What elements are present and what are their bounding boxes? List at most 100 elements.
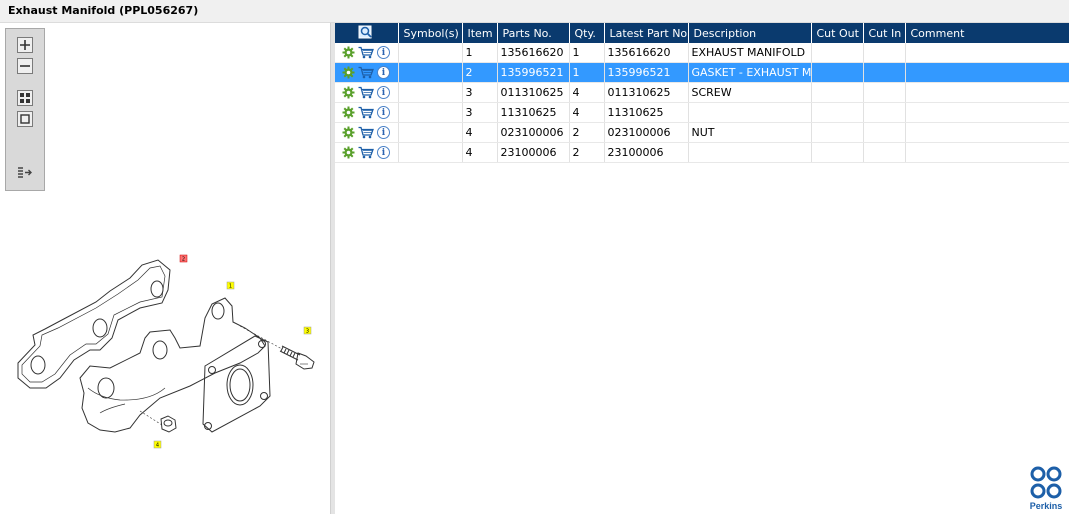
qty-cell: 2	[569, 142, 605, 163]
cut-out-cell	[811, 82, 864, 103]
nut-part[interactable]	[160, 415, 177, 433]
callout-1[interactable]: 1	[226, 281, 235, 290]
cut-in-cell	[863, 43, 906, 63]
gasket-part[interactable]	[17, 259, 171, 389]
actual-size-button[interactable]	[17, 111, 33, 127]
symbols-cell	[398, 122, 463, 143]
column-header-latest-part-no[interactable]: Latest Part No.	[604, 23, 689, 43]
exploded-view-diagram[interactable]: 2 1 3 4	[0, 218, 330, 458]
shopping-cart-icon[interactable]	[358, 46, 374, 59]
column-header-comment[interactable]: Comment	[905, 23, 1069, 43]
description-cell	[688, 142, 812, 163]
info-icon[interactable]: i	[377, 66, 390, 79]
row-actions: i	[335, 62, 399, 83]
callout-4[interactable]: 4	[153, 440, 162, 449]
cut-out-cell	[811, 102, 864, 123]
table-row[interactable]: i 3 011310625 4 011310625 SCREW	[335, 82, 1069, 103]
fit-all-button[interactable]	[17, 90, 33, 106]
table-row[interactable]: i 4 23100006 2 23100006	[335, 142, 1069, 163]
item-cell: 1	[462, 43, 498, 63]
info-icon[interactable]: i	[377, 126, 390, 139]
diagram-pane[interactable]: 2 1 3 4	[0, 23, 330, 514]
parts-no-cell: 135616620	[497, 43, 570, 63]
qty-cell: 2	[569, 122, 605, 143]
item-cell: 3	[462, 102, 498, 123]
column-header-item[interactable]: Item	[462, 23, 498, 43]
callout-3[interactable]: 3	[303, 326, 312, 335]
item-cell: 2	[462, 62, 498, 83]
column-header-actions[interactable]	[335, 23, 399, 43]
shopping-cart-icon[interactable]	[358, 126, 374, 139]
column-header-cut-in[interactable]: Cut In	[863, 23, 906, 43]
gear-icon[interactable]	[342, 46, 355, 59]
column-header-parts-no[interactable]: Parts No.	[497, 23, 570, 43]
gear-icon[interactable]	[342, 126, 355, 139]
comment-cell	[905, 122, 1069, 143]
qty-cell: 4	[569, 82, 605, 103]
parts-list-pane: Symbol(s) Item Parts No. Qty. Latest Par…	[335, 23, 1069, 514]
description-cell: EXHAUST MANIFOLD	[688, 43, 812, 63]
comment-cell	[905, 142, 1069, 163]
row-actions: i	[335, 142, 399, 163]
description-cell: GASKET - EXHAUST MAN	[688, 62, 812, 83]
row-actions: i	[335, 43, 399, 63]
row-actions: i	[335, 122, 399, 143]
cut-in-cell	[863, 142, 906, 163]
callout-2[interactable]: 2	[179, 254, 188, 263]
svg-text:4: 4	[156, 443, 159, 449]
svg-text:3: 3	[306, 329, 309, 335]
column-header-symbols[interactable]: Symbol(s)	[398, 23, 463, 43]
table-row[interactable]: i21359965211135996521GASKET - EXHAUST MA…	[335, 62, 1069, 83]
description-cell: SCREW	[688, 82, 812, 103]
gear-icon[interactable]	[342, 106, 355, 119]
qty-cell: 1	[569, 62, 605, 83]
table-row[interactable]: i 1 135616620 1 135616620 EXHAUST MANIFOLD	[335, 43, 1069, 63]
shopping-cart-icon[interactable]	[358, 146, 374, 159]
table-row[interactable]: i 4 023100006 2 023100006 NUT	[335, 122, 1069, 143]
shopping-cart-icon[interactable]	[358, 86, 374, 99]
item-cell: 4	[462, 122, 498, 143]
description-cell: NUT	[688, 122, 812, 143]
gear-icon[interactable]	[342, 66, 355, 79]
shopping-cart-icon[interactable]	[358, 106, 374, 119]
column-header-description[interactable]: Description	[688, 23, 812, 43]
item-cell: 4	[462, 142, 498, 163]
zoom-in-button[interactable]	[17, 37, 33, 53]
parts-no-cell: 23100006	[497, 142, 570, 163]
export-list-button[interactable]	[17, 165, 33, 181]
latest-part-no-cell: 135616620	[604, 43, 689, 63]
zoom-out-button[interactable]	[17, 58, 33, 74]
manifold-part[interactable]	[79, 297, 271, 433]
table-row[interactable]: i 3 11310625 4 11310625	[335, 102, 1069, 123]
info-icon[interactable]: i	[377, 86, 390, 99]
cut-in-cell	[863, 122, 906, 143]
cut-in-cell	[863, 82, 906, 103]
zoom-out-icon	[20, 65, 30, 67]
gear-icon[interactable]	[342, 86, 355, 99]
qty-cell: 1	[569, 43, 605, 63]
parts-table: Symbol(s) Item Parts No. Qty. Latest Par…	[335, 23, 1069, 163]
column-header-qty[interactable]: Qty.	[569, 23, 605, 43]
latest-part-no-cell: 135996521	[604, 62, 689, 83]
latest-part-no-cell: 023100006	[604, 122, 689, 143]
search-parts-icon[interactable]	[358, 25, 374, 39]
description-cell	[688, 102, 812, 123]
symbols-cell	[398, 82, 463, 103]
cut-out-cell	[811, 122, 864, 143]
perkins-logo: Perkins	[1025, 465, 1067, 513]
info-icon[interactable]: i	[377, 46, 390, 59]
shopping-cart-icon[interactable]	[358, 66, 374, 79]
info-icon[interactable]: i	[377, 106, 390, 119]
zoom-toolbar	[5, 28, 45, 191]
table-header: Symbol(s) Item Parts No. Qty. Latest Par…	[335, 23, 1069, 43]
latest-part-no-cell: 011310625	[604, 82, 689, 103]
gear-icon[interactable]	[342, 146, 355, 159]
symbols-cell	[398, 102, 463, 123]
info-icon[interactable]: i	[377, 146, 390, 159]
perkins-logo-icon	[1030, 466, 1062, 499]
row-actions: i	[335, 82, 399, 103]
parts-no-cell: 011310625	[497, 82, 570, 103]
screw-part[interactable]	[279, 345, 315, 370]
column-header-cut-out[interactable]: Cut Out	[811, 23, 864, 43]
zoom-in-icon	[20, 40, 30, 50]
